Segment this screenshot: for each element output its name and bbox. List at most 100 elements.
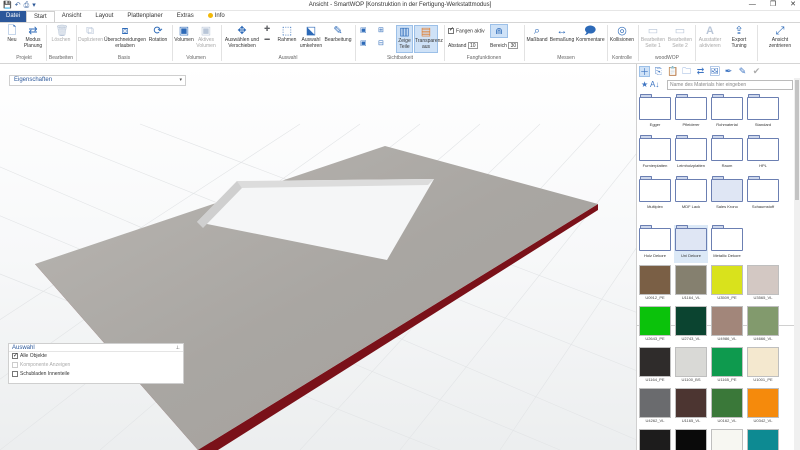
material-swatch[interactable]: U4666_VL	[747, 306, 779, 344]
edit-side1-button[interactable]: ▭ Bearbeiten Seite 1	[640, 25, 666, 49]
material-folder[interactable]: Raum	[710, 135, 744, 173]
option-show-component[interactable]: Komponente Anzeigen	[9, 361, 183, 370]
close-button[interactable]: ✕	[790, 0, 796, 10]
material-swatch[interactable]: U1001_PE	[747, 347, 779, 385]
distance-field[interactable]: Abstand 10	[448, 42, 478, 50]
material-swatch[interactable]: U3000_VL	[747, 429, 779, 450]
material-swatch[interactable]: U4986_VL	[711, 306, 743, 344]
maximize-button[interactable]: ❐	[770, 0, 776, 10]
transparency-button[interactable]: ▤ Transparenz aus	[414, 25, 443, 53]
material-swatch[interactable]: U0162_VL	[711, 388, 743, 426]
dimension-button[interactable]: ↔ Bemaßung	[549, 25, 575, 44]
material-swatch[interactable]: U1164_PE	[639, 347, 671, 385]
minimize-button[interactable]: —	[749, 0, 756, 10]
folder-icon[interactable]: 🗀	[681, 66, 692, 77]
overlap-button[interactable]: ⧈ Überschneidungen erlauben	[104, 25, 146, 49]
properties-dropdown[interactable]: Eigenschaften ▾	[9, 75, 186, 86]
material-folder[interactable]: Standard	[746, 94, 780, 132]
show-parts-button[interactable]: ▥ Zeige Teile	[396, 25, 413, 53]
material-swatch[interactable]: U0300_VL	[639, 429, 671, 450]
material-folder[interactable]: Furnierplatten	[638, 135, 672, 173]
material-swatch[interactable]: U2743_VL	[675, 306, 707, 344]
material-folder[interactable]: Uni Dekore	[674, 225, 708, 263]
tab-ansicht[interactable]: Ansicht	[55, 11, 89, 22]
material-folder[interactable]: Egger	[638, 94, 672, 132]
snap-active-checkbox[interactable]: Fangen aktiv	[448, 27, 485, 35]
eyedropper-icon[interactable]: ✒	[723, 66, 734, 77]
view-icon[interactable]: ▣	[360, 27, 367, 34]
material-swatch[interactable]: U0912_PE	[639, 265, 671, 303]
invert-selection-button[interactable]: ⬕ Auswahl umkehren	[299, 25, 323, 49]
material-folder[interactable]: Pfleiderer	[674, 94, 708, 132]
checkbox-unchecked[interactable]	[12, 361, 18, 368]
paste-icon[interactable]: 📋	[667, 66, 678, 77]
3d-scene[interactable]	[0, 64, 636, 450]
option-all-objects[interactable]: Alle Objekte	[9, 352, 183, 361]
tab-start[interactable]: Start	[26, 11, 55, 22]
tab-plattenplaner[interactable]: Plattenplaner	[120, 11, 169, 22]
swap-icon[interactable]: ⇄	[695, 66, 706, 77]
magnet-icon[interactable]: ⋒	[490, 24, 508, 38]
delete-button[interactable]: 🗑 Löschen	[50, 25, 72, 44]
material-scrollbar[interactable]	[794, 78, 800, 450]
volume-button[interactable]: ▣ Volumen	[174, 25, 194, 44]
material-folder[interactable]: Rohmaterial	[710, 94, 744, 132]
tape-measure-button[interactable]: ⌕ Maßband	[526, 25, 548, 44]
rotation-button[interactable]: ⟳ Rotation	[147, 25, 169, 44]
outfitter-button[interactable]: A Ausstatter aktivieren	[697, 25, 723, 49]
material-swatch[interactable]: U2643_PE	[639, 306, 671, 344]
material-folder[interactable]: Metallic Dekore	[710, 225, 744, 263]
collisions-button[interactable]: ◎ Kollisionen	[609, 25, 635, 44]
minus-icon[interactable]: ➖	[264, 37, 270, 44]
material-swatch[interactable]: U3509_PE	[711, 265, 743, 303]
material-swatch[interactable]: U4262_VL	[639, 388, 671, 426]
option-drawer-internals[interactable]: Schubladen Innenteile	[9, 370, 183, 379]
processing-button[interactable]: ✎ Bearbeitung	[324, 25, 352, 44]
copy-icon[interactable]: ⎘	[653, 66, 664, 77]
view-icon[interactable]: ▣	[360, 40, 367, 47]
range-value[interactable]: 30	[508, 42, 519, 49]
material-folder[interactable]: Multiplex	[638, 176, 672, 214]
tab-file[interactable]: Datei	[0, 11, 27, 22]
active-volume-button[interactable]: ▣ Aktives Volumen	[195, 25, 217, 49]
material-folder[interactable]: Sales Krono	[710, 176, 744, 214]
image-icon[interactable]: 🖼	[709, 66, 720, 77]
center-view-button[interactable]: ⤢ Ansicht zentrieren	[764, 25, 796, 49]
scrollbar-thumb[interactable]	[795, 80, 799, 200]
distance-value[interactable]: 10	[467, 42, 478, 49]
duplicate-button[interactable]: ⧉ Duplizieren	[78, 25, 103, 44]
material-swatch[interactable]: U1100_BS	[675, 347, 707, 385]
material-folder[interactable]: MDF Lack	[674, 176, 708, 214]
comments-button[interactable]: 🗩 Kommentare	[576, 25, 605, 44]
material-swatch[interactable]: U3005_VL	[711, 429, 743, 450]
material-folder[interactable]: Holz Dekore	[638, 225, 672, 263]
tab-info[interactable]: Info	[201, 11, 232, 22]
material-swatch[interactable]: U3010_VL	[675, 429, 707, 450]
material-swatch[interactable]: U1165_PE	[711, 347, 743, 385]
pin-icon[interactable]: ⊥	[176, 344, 180, 352]
frame-button[interactable]: ⬚ Rahmen	[276, 25, 298, 44]
material-folder[interactable]: HPL	[746, 135, 780, 173]
material-search-input[interactable]: Name des Materials hier eingeben	[667, 80, 793, 90]
add-icon[interactable]: ＋	[639, 66, 650, 77]
material-folder[interactable]: Schaumstoff	[746, 176, 780, 214]
select-move-button[interactable]: ✥ Auswählen und Verschieben	[222, 25, 262, 49]
3d-viewport[interactable]: Eigenschaften ▾ Auswahl ⊥ Alle Objekte K…	[0, 64, 636, 450]
edit-icon[interactable]: ✎	[737, 66, 748, 77]
tab-layout[interactable]: Layout	[88, 11, 120, 22]
material-swatch[interactable]: U1164_VL	[675, 265, 707, 303]
sort-az-icon[interactable]: ★ A↓	[641, 79, 659, 91]
view-icon[interactable]: ⊞	[378, 27, 384, 34]
range-field[interactable]: Bereich 30	[490, 42, 519, 50]
export-tuning-button[interactable]: ⇪ Export Tuning	[726, 25, 752, 49]
checkbox-unchecked[interactable]	[12, 370, 18, 377]
new-button[interactable]: 🗋 Neu	[4, 25, 20, 44]
tab-extras[interactable]: Extras	[170, 11, 201, 22]
view-icon[interactable]: ⊟	[378, 40, 384, 47]
confirm-icon[interactable]: ✔	[751, 66, 762, 77]
material-swatch[interactable]: U1165_VL	[675, 388, 707, 426]
material-swatch[interactable]: U3565_VL	[747, 265, 779, 303]
plus-icon[interactable]: ➕	[264, 26, 270, 33]
edit-side2-button[interactable]: ▭ Bearbeiten Seite 2	[667, 25, 693, 49]
material-swatch[interactable]: U0342_VL	[747, 388, 779, 426]
